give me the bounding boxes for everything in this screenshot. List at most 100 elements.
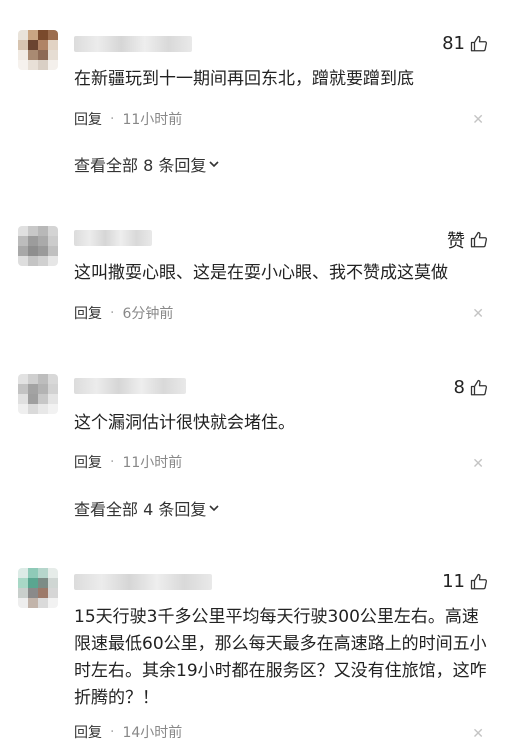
- separator-dot: ·: [110, 454, 115, 470]
- avatar-pixel: [38, 384, 48, 394]
- thumbs-up-icon: [470, 379, 488, 395]
- thumbs-up-icon: [470, 231, 488, 248]
- avatar-pixel: [48, 50, 58, 60]
- avatar-pixel: [18, 374, 28, 384]
- like-button[interactable]: 8: [454, 377, 488, 398]
- avatar-pixel: [18, 588, 28, 598]
- view-all-replies-label: 查看全部 8 条回复: [74, 156, 207, 175]
- avatar-pixel: [18, 236, 28, 246]
- avatar[interactable]: [18, 374, 58, 414]
- avatar-pixel: [28, 598, 38, 608]
- avatar-pixel: [38, 40, 48, 50]
- avatar[interactable]: [18, 226, 58, 266]
- avatar-pixel: [48, 236, 58, 246]
- avatar-pixel: [48, 246, 58, 256]
- timestamp: 11小时前: [122, 112, 183, 128]
- close-icon[interactable]: ✕: [472, 306, 484, 322]
- comment-text: 15天行驶3千多公里平均每天行驶300公里左右。高速限速最低60公里，那么每天最…: [74, 607, 487, 708]
- avatar-pixel: [48, 40, 58, 50]
- avatar-pixel: [18, 256, 28, 266]
- avatar[interactable]: [18, 30, 58, 70]
- avatar-pixel: [18, 384, 28, 394]
- avatar-pixel: [18, 598, 28, 608]
- avatar-pixel: [28, 246, 38, 256]
- close-icon[interactable]: ✕: [472, 726, 484, 742]
- avatar-pixel: [18, 30, 28, 40]
- chevron-down-icon: [209, 505, 219, 512]
- username-blurred[interactable]: [74, 378, 186, 394]
- comment-meta: 回复 · 6分钟前: [74, 303, 173, 323]
- avatar-pixel: [38, 30, 48, 40]
- avatar-pixel: [38, 568, 48, 578]
- avatar-pixel: [48, 384, 58, 394]
- avatar-pixel: [28, 394, 38, 404]
- avatar-pixel: [48, 30, 58, 40]
- avatar-pixel: [48, 404, 58, 414]
- avatar-pixel: [48, 226, 58, 236]
- avatar-pixel: [18, 50, 28, 60]
- avatar-pixel: [38, 50, 48, 60]
- like-count: 8: [453, 377, 465, 398]
- close-icon[interactable]: ✕: [472, 456, 484, 472]
- avatar-pixel: [48, 394, 58, 404]
- comment-text: 这叫撒耍心眼、这是在耍小心眼、我不赞成这莫做: [74, 263, 448, 283]
- avatar-pixel: [38, 60, 48, 70]
- avatar[interactable]: [18, 568, 58, 608]
- avatar-pixel: [38, 588, 48, 598]
- avatar-pixel: [28, 50, 38, 60]
- avatar-pixel: [28, 40, 38, 50]
- view-all-replies-link[interactable]: 查看全部 8 条回复: [74, 152, 220, 176]
- chevron-down-icon: [209, 161, 219, 168]
- comment-text: 在新疆玩到十一期间再回东北，蹭就要蹭到底: [74, 69, 414, 89]
- like-count: 11: [442, 571, 465, 592]
- avatar-pixel: [18, 40, 28, 50]
- thumbs-up-icon: [470, 573, 488, 589]
- avatar-pixel: [18, 404, 28, 414]
- avatar-pixel: [28, 30, 38, 40]
- avatar-pixel: [48, 60, 58, 70]
- avatar-pixel: [38, 246, 48, 256]
- like-button[interactable]: 81: [442, 33, 488, 54]
- reply-button[interactable]: 回复: [74, 303, 102, 323]
- avatar-pixel: [18, 226, 28, 236]
- avatar-pixel: [28, 60, 38, 70]
- avatar-pixel: [38, 394, 48, 404]
- comment-meta: 回复 · 11小时前: [74, 452, 182, 472]
- avatar-pixel: [28, 236, 38, 246]
- separator-dot: ·: [110, 305, 115, 321]
- separator-dot: ·: [110, 724, 115, 740]
- avatar-pixel: [38, 578, 48, 588]
- avatar-pixel: [38, 404, 48, 414]
- comment-meta: 回复 · 14小时前: [74, 722, 182, 742]
- comment-meta: 回复 · 11小时前: [74, 109, 182, 129]
- view-all-replies-link[interactable]: 查看全部 4 条回复: [74, 496, 220, 520]
- reply-button[interactable]: 回复: [74, 452, 102, 472]
- username-blurred[interactable]: [74, 230, 152, 246]
- username-blurred[interactable]: [74, 36, 192, 52]
- view-all-replies-label: 查看全部 4 条回复: [74, 500, 207, 519]
- avatar-pixel: [18, 60, 28, 70]
- close-icon[interactable]: ✕: [472, 112, 484, 128]
- username-blurred[interactable]: [74, 574, 212, 590]
- avatar-pixel: [48, 598, 58, 608]
- avatar-pixel: [28, 384, 38, 394]
- avatar-pixel: [28, 256, 38, 266]
- timestamp: 6分钟前: [122, 306, 174, 322]
- reply-button[interactable]: 回复: [74, 722, 102, 742]
- like-count: 赞: [447, 231, 465, 252]
- avatar-pixel: [48, 374, 58, 384]
- thumbs-up-icon: [470, 35, 488, 51]
- like-button[interactable]: 11: [442, 571, 488, 592]
- avatar-pixel: [38, 226, 48, 236]
- reply-button[interactable]: 回复: [74, 109, 102, 129]
- avatar-pixel: [38, 256, 48, 266]
- avatar-pixel: [38, 598, 48, 608]
- like-button[interactable]: 赞: [447, 227, 488, 253]
- comment-text: 这个漏洞估计很快就会堵住。: [74, 413, 295, 433]
- separator-dot: ·: [110, 111, 115, 127]
- avatar-pixel: [28, 374, 38, 384]
- avatar-pixel: [18, 568, 28, 578]
- avatar-pixel: [48, 256, 58, 266]
- avatar-pixel: [28, 404, 38, 414]
- avatar-pixel: [38, 374, 48, 384]
